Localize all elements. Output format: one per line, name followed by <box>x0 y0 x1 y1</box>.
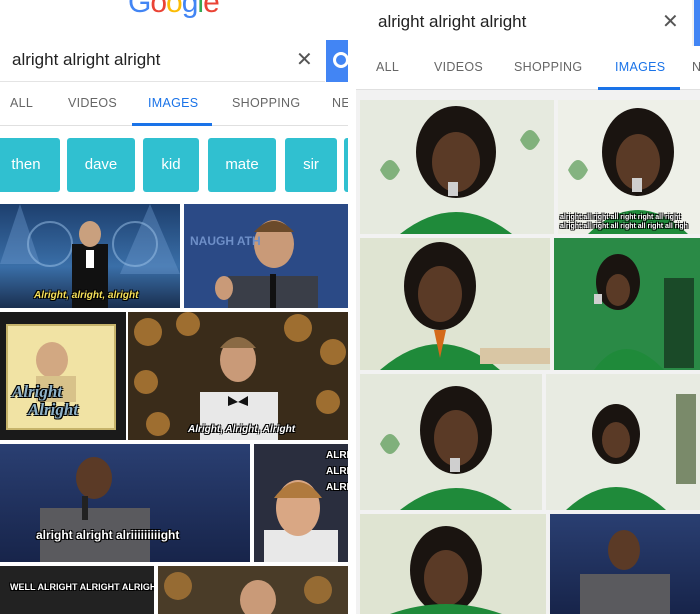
image-result[interactable] <box>360 100 554 234</box>
person-figure <box>36 342 76 402</box>
person-figure <box>264 480 338 562</box>
image-caption: Alright, alright, alright <box>34 290 139 301</box>
singer-figure <box>566 394 696 510</box>
search-input[interactable]: alright alright alright ✕ <box>0 40 325 82</box>
search-icon <box>333 52 348 68</box>
image-result[interactable]: WELL ALRIGHT ALRIGHT ALRIGHT <box>0 566 154 614</box>
google-logo[interactable]: Google <box>128 0 220 20</box>
tab-videos[interactable]: VIDEOS <box>434 60 483 74</box>
tab-images[interactable]: IMAGES <box>615 60 665 74</box>
active-tab-indicator <box>132 123 212 126</box>
image-caption: ALRI <box>326 450 348 461</box>
image-result[interactable] <box>158 566 348 614</box>
image-caption: Alright, Alright, Alright <box>188 424 296 435</box>
image-caption: Alright <box>12 382 63 401</box>
image-result[interactable] <box>550 514 700 614</box>
image-result[interactable]: alright alright alriiiiiiiiight <box>0 444 250 562</box>
singer-figure <box>380 242 550 370</box>
person-figure <box>580 530 670 614</box>
image-caption: ALRI <box>326 482 348 493</box>
person-figure <box>40 457 150 562</box>
image-result[interactable]: alright all right all right right all ri… <box>558 100 700 234</box>
tab-images[interactable]: IMAGES <box>148 96 198 110</box>
image-result[interactable] <box>546 374 700 510</box>
image-caption: alright alright alriiiiiiiiight <box>36 528 180 542</box>
image-result[interactable] <box>554 238 700 370</box>
tab-bar: ALL VIDEOS SHOPPING IMAGES N <box>356 46 700 90</box>
tab-videos[interactable]: VIDEOS <box>68 96 117 110</box>
tab-bar: ALL VIDEOS IMAGES SHOPPING NE <box>0 84 348 126</box>
stage-lights <box>134 312 346 440</box>
related-chips: then dave kid mate sir <box>0 138 348 192</box>
image-caption: ALRI <box>326 466 348 477</box>
image-result[interactable]: Alright, alright, alright <box>0 204 180 308</box>
image-caption: Alright <box>28 400 79 419</box>
tab-news[interactable]: N <box>692 60 700 74</box>
right-screenshot: alright alright alright ✕ ALL VIDEOS SHO… <box>356 0 700 614</box>
close-icon[interactable]: ✕ <box>296 47 313 72</box>
image-caption: alright all right all right all right al… <box>560 223 688 230</box>
search-query-text: alright alright alright <box>12 50 161 69</box>
image-result[interactable]: Alright Alright <box>0 312 126 440</box>
singer-figure <box>390 526 502 614</box>
singer-figure <box>380 106 540 234</box>
image-result[interactable]: ALRI ALRI ALRI <box>254 444 348 562</box>
singer-figure <box>554 238 700 370</box>
tab-all[interactable]: ALL <box>376 60 399 74</box>
search-input[interactable]: alright alright alright ✕ <box>356 0 692 46</box>
chip-kid[interactable]: kid <box>143 138 199 192</box>
tab-news[interactable]: NE <box>332 96 348 110</box>
left-screenshot: Google alright alright alright ✕ ALL VID… <box>0 0 348 614</box>
tab-all[interactable]: ALL <box>10 96 33 110</box>
panel-divider <box>348 0 356 614</box>
stage-lights <box>164 572 332 614</box>
chip-dave[interactable]: dave <box>67 138 135 192</box>
chip-sir[interactable]: sir <box>285 138 337 192</box>
search-button[interactable] <box>694 0 700 46</box>
image-caption: WELL ALRIGHT ALRIGHT ALRIGHT <box>10 582 154 592</box>
search-button[interactable] <box>326 40 348 82</box>
chip-then[interactable]: then <box>0 138 60 192</box>
chip-mate[interactable]: mate <box>208 138 276 192</box>
person-figure <box>215 220 318 308</box>
singer-figure <box>380 386 512 510</box>
search-query-text: alright alright alright <box>378 12 527 31</box>
image-caption: NAUGH ATH <box>190 234 261 248</box>
image-result[interactable] <box>360 514 546 614</box>
active-tab-indicator <box>598 87 680 90</box>
tab-shopping[interactable]: SHOPPING <box>232 96 300 110</box>
image-result[interactable]: Alright, Alright, Alright <box>128 312 348 440</box>
image-result[interactable]: NAUGH ATH <box>184 204 348 308</box>
image-result[interactable] <box>360 374 542 510</box>
image-caption: alright all right all right right all ri… <box>560 214 681 221</box>
tab-shopping[interactable]: SHOPPING <box>514 60 582 74</box>
image-result[interactable] <box>360 238 550 370</box>
close-icon[interactable]: ✕ <box>662 9 679 34</box>
